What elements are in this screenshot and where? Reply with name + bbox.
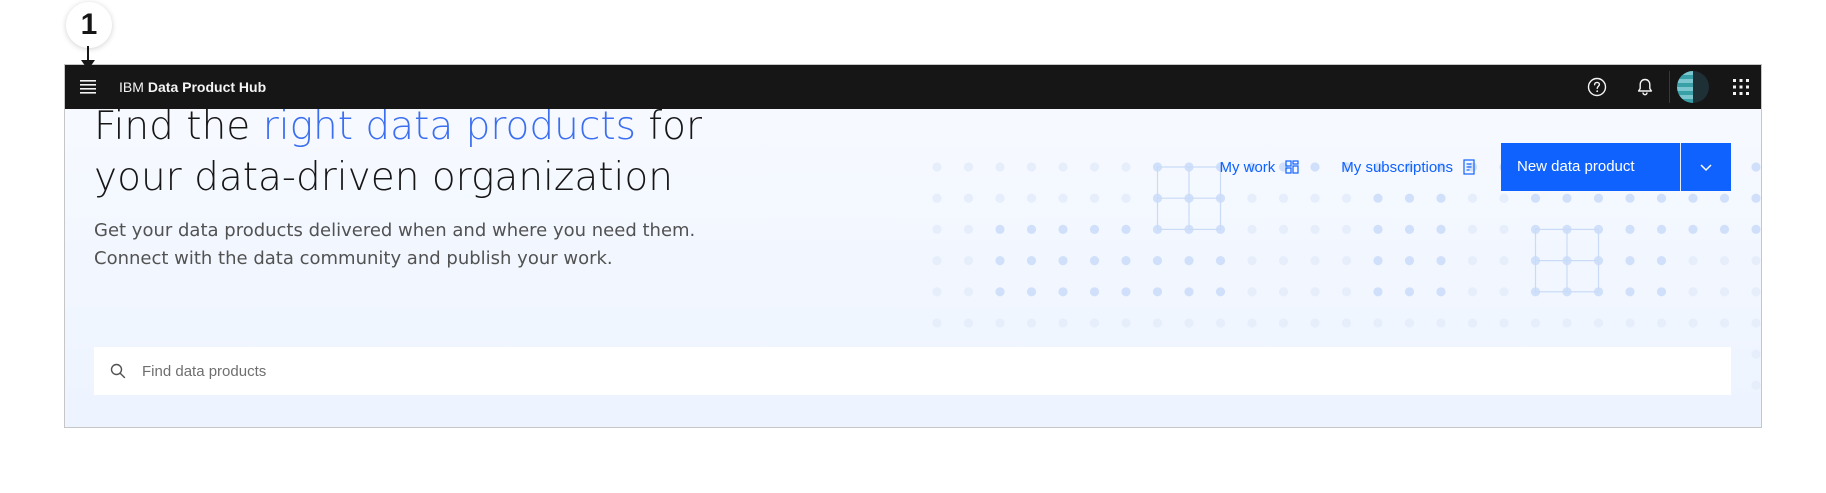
user-profile-button[interactable] bbox=[1671, 65, 1715, 109]
chevron-down-icon bbox=[1700, 164, 1712, 172]
notifications-button[interactable] bbox=[1623, 65, 1667, 109]
subtext-line-1: Get your data products delivered when an… bbox=[94, 220, 696, 241]
app-switcher-icon bbox=[1733, 79, 1749, 95]
step-pointer-arrow bbox=[81, 46, 95, 70]
hero-subtext: Get your data products delivered when an… bbox=[94, 217, 794, 273]
hero-actions: My work My subscriptions New data produc… bbox=[1205, 143, 1731, 191]
hamburger-menu-button[interactable] bbox=[76, 75, 100, 99]
my-work-label: My work bbox=[1219, 158, 1276, 176]
app-window: IBM Data Product Hub Find the right data… bbox=[64, 64, 1762, 428]
headline-text-start: Find the bbox=[94, 104, 263, 149]
notification-bell-icon bbox=[1637, 78, 1653, 96]
subscription-document-icon bbox=[1463, 159, 1475, 175]
header-divider bbox=[1669, 71, 1670, 103]
new-data-product-button[interactable]: New data product bbox=[1501, 143, 1680, 191]
headline-accent-text: right data products bbox=[262, 104, 636, 149]
my-subscriptions-link[interactable]: My subscriptions bbox=[1327, 143, 1489, 191]
user-avatar bbox=[1677, 71, 1709, 103]
subtext-line-2: Connect with the data community and publ… bbox=[94, 248, 613, 269]
brand-company: IBM bbox=[119, 79, 144, 95]
new-data-product-dropdown-button[interactable] bbox=[1681, 143, 1731, 191]
app-switcher-button[interactable] bbox=[1719, 65, 1761, 109]
search-bar bbox=[94, 347, 1731, 395]
hamburger-menu-icon bbox=[80, 80, 96, 94]
search-input[interactable] bbox=[142, 348, 1731, 394]
my-work-link[interactable]: My work bbox=[1205, 143, 1313, 191]
search-icon bbox=[94, 347, 142, 395]
hero-headline: Find the right data products for your da… bbox=[94, 101, 734, 203]
step-number-badge: 1 bbox=[66, 2, 112, 48]
new-data-product-button-group: New data product bbox=[1501, 143, 1731, 191]
help-icon bbox=[1587, 77, 1607, 97]
help-button[interactable] bbox=[1575, 65, 1619, 109]
button-split-divider bbox=[1680, 143, 1681, 191]
brand-product-name: Data Product Hub bbox=[147, 79, 267, 95]
dashboard-icon bbox=[1285, 160, 1299, 174]
my-subscriptions-label: My subscriptions bbox=[1341, 158, 1453, 176]
